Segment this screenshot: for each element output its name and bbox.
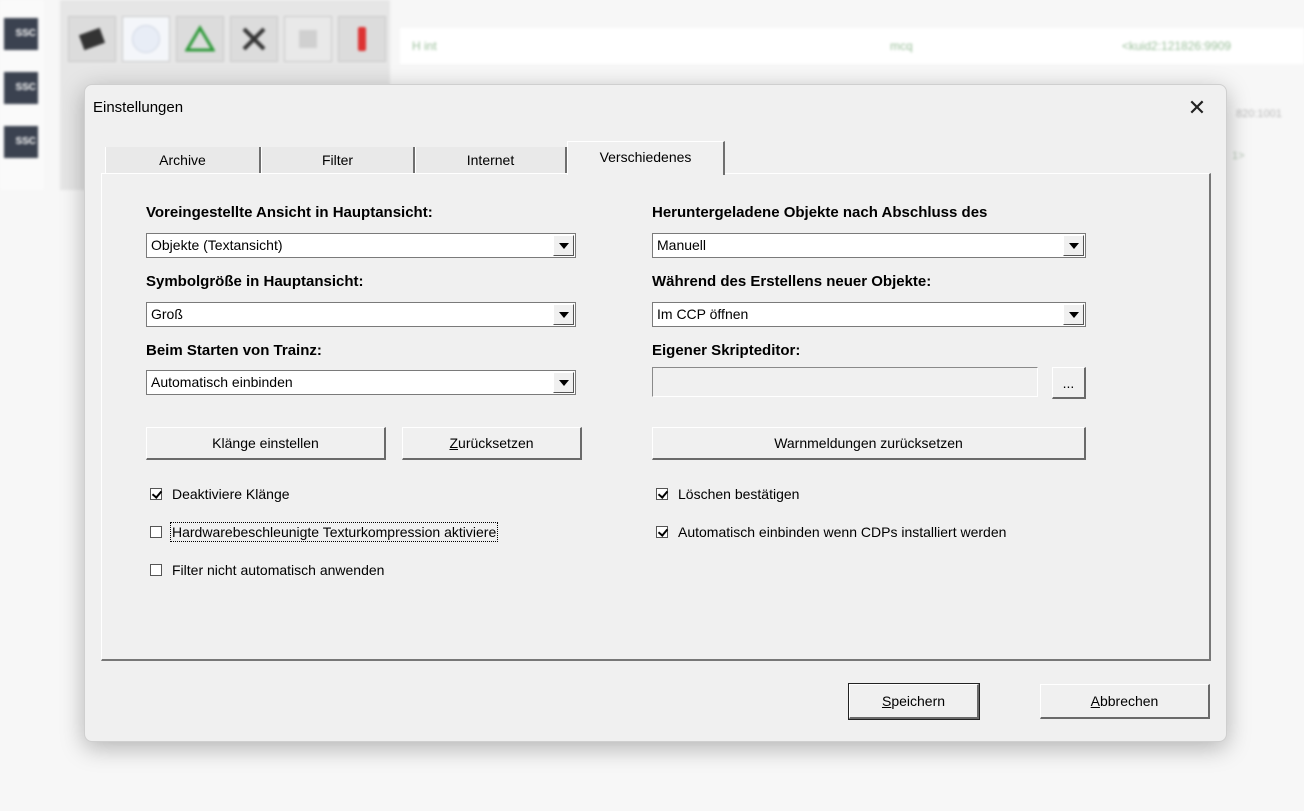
tab-filter[interactable]: Filter: [261, 147, 415, 174]
confirm-delete-label: Löschen bestätigen: [678, 486, 800, 502]
asset-row[interactable]: H int mcq <kuid2:121826:9909: [400, 28, 1304, 64]
reset-warnings-button[interactable]: Warnmeldungen zurücksetzen: [652, 427, 1086, 460]
row-name: H int: [412, 39, 437, 53]
default-view-value: Objekte (Textansicht): [151, 237, 283, 253]
startup-label: Beim Starten von Trainz:: [146, 342, 322, 359]
computer-icon[interactable]: [68, 16, 116, 62]
creating-objects-label: Während des Erstellens neuer Objekte:: [652, 273, 932, 290]
warning-icon[interactable]: [338, 16, 386, 62]
tab-panel: Voreingestellte Ansicht in Hauptansicht:…: [101, 173, 1211, 661]
dialog-title: Einstellungen: [93, 99, 184, 116]
chevron-down-icon[interactable]: [553, 235, 574, 256]
browse-button[interactable]: ...: [1052, 367, 1086, 399]
hw-compression-label: Hardwarebeschleunigte Texturkompression …: [169, 522, 499, 542]
icon-size-value: Groß: [151, 306, 183, 322]
tools-icon[interactable]: [230, 16, 278, 62]
checkbox-box[interactable]: [656, 526, 668, 538]
box-icon[interactable]: [284, 16, 332, 62]
settings-dialog: Einstellungen ✕ Archive Filter Internet …: [84, 84, 1227, 742]
tab-verschiedenes[interactable]: Verschiedenes: [567, 141, 725, 175]
row-kuid-fragment: 1>: [1232, 150, 1245, 162]
close-icon: ✕: [1187, 95, 1207, 120]
auto-install-cdp-label: Automatisch einbinden wenn CDPs installi…: [678, 524, 1007, 540]
reset-button[interactable]: Zurücksetzen: [402, 427, 582, 460]
tab-internet[interactable]: Internet: [415, 147, 567, 174]
triangle-icon[interactable]: [176, 16, 224, 62]
row-kuid-fragment: 820:1001: [1236, 108, 1282, 120]
side-strip: SSC SSC SSC: [0, 0, 44, 190]
icon-size-label: Symbolgröße in Hauptansicht:: [146, 273, 364, 290]
chevron-down-icon[interactable]: [553, 372, 574, 393]
disable-sounds-checkbox[interactable]: Deaktiviere Klänge: [150, 486, 290, 502]
hw-compression-checkbox[interactable]: Hardwarebeschleunigte Texturkompression …: [150, 522, 499, 542]
close-button[interactable]: ✕: [1182, 93, 1212, 123]
cancel-button[interactable]: Abbrechen: [1040, 684, 1210, 719]
script-editor-field[interactable]: [652, 367, 1038, 397]
sounds-button[interactable]: Klänge einstellen: [146, 427, 386, 460]
downloaded-objects-select[interactable]: Manuell: [652, 233, 1086, 258]
row-author: mcq: [890, 39, 913, 53]
startup-select[interactable]: Automatisch einbinden: [146, 370, 576, 395]
checkbox-box[interactable]: [150, 526, 162, 538]
no-auto-filter-label: Filter nicht automatisch anwenden: [172, 562, 385, 578]
disable-sounds-label: Deaktiviere Klänge: [172, 486, 290, 502]
auto-install-cdp-checkbox[interactable]: Automatisch einbinden wenn CDPs installi…: [656, 524, 1006, 540]
creating-objects-value: Im CCP öffnen: [657, 306, 749, 322]
checkbox-box[interactable]: [656, 488, 668, 500]
icon-size-select[interactable]: Groß: [146, 302, 576, 327]
disc-icon[interactable]: [122, 16, 170, 62]
default-view-label: Voreingestellte Ansicht in Hauptansicht:: [146, 204, 433, 221]
checkbox-box[interactable]: [150, 564, 162, 576]
no-auto-filter-checkbox[interactable]: Filter nicht automatisch anwenden: [150, 562, 384, 578]
creating-objects-select[interactable]: Im CCP öffnen: [652, 302, 1086, 327]
ssc-badge: SSC: [4, 18, 38, 50]
checkbox-box[interactable]: [150, 488, 162, 500]
chevron-down-icon[interactable]: [1063, 304, 1084, 325]
ssc-badge: SSC: [4, 72, 38, 104]
downloaded-objects-label: Heruntergeladene Objekte nach Abschluss …: [652, 204, 988, 221]
row-kuid: <kuid2:121826:9909: [1122, 39, 1232, 53]
tab-archive[interactable]: Archive: [105, 147, 261, 174]
script-editor-label: Eigener Skripteditor:: [652, 342, 801, 359]
confirm-delete-checkbox[interactable]: Löschen bestätigen: [656, 486, 799, 502]
startup-value: Automatisch einbinden: [151, 374, 293, 390]
downloaded-objects-value: Manuell: [657, 237, 707, 253]
default-view-select[interactable]: Objekte (Textansicht): [146, 233, 576, 258]
save-button[interactable]: Speichern: [848, 683, 980, 720]
chevron-down-icon[interactable]: [1063, 235, 1084, 256]
chevron-down-icon[interactable]: [553, 304, 574, 325]
ssc-badge: SSC: [4, 126, 38, 158]
